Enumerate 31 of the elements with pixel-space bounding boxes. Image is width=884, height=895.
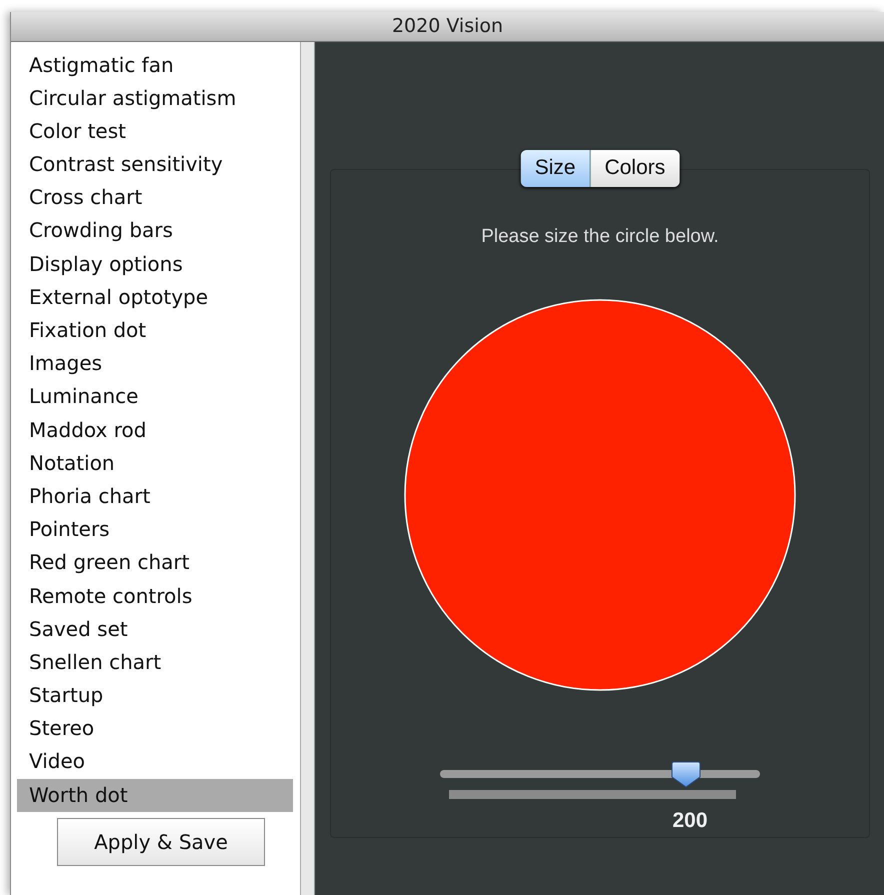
sidebar-item[interactable]: Saved set xyxy=(17,612,293,646)
sidebar-item[interactable]: Worth dot xyxy=(17,778,293,812)
sidebar-item[interactable]: Red green chart xyxy=(17,546,293,580)
sidebar-item[interactable]: Color test xyxy=(17,114,293,148)
sidebar-item[interactable]: Snellen chart xyxy=(17,646,293,680)
sidebar-item[interactable]: Remote controls xyxy=(17,580,293,613)
sidebar-item[interactable]: Maddox rod xyxy=(17,414,293,447)
tab[interactable]: Colors xyxy=(590,150,680,186)
slider-value: 200 xyxy=(672,808,708,834)
window-title: 2020 Vision xyxy=(392,14,504,39)
sidebar-item[interactable]: Phoria chart xyxy=(17,480,293,514)
sidebar-item[interactable]: Crowding bars xyxy=(17,214,293,248)
size-slider[interactable] xyxy=(440,763,760,785)
sidebar-item[interactable]: Pointers xyxy=(17,513,293,546)
instruction-text: Please size the circle below. xyxy=(481,224,719,248)
sidebar-item[interactable]: External optotype xyxy=(17,280,293,314)
sidebar-item[interactable]: Cross chart xyxy=(17,181,293,214)
sidebar-item[interactable]: Video xyxy=(17,745,293,779)
sidebar-item[interactable]: Images xyxy=(17,347,293,380)
sidebar-item[interactable]: Astigmatic fan xyxy=(17,48,293,82)
sidebar-item[interactable]: Display options xyxy=(17,248,293,281)
sidebar-item[interactable]: Notation xyxy=(17,446,293,480)
sidebar-item[interactable]: Fixation dot xyxy=(17,314,293,348)
tab[interactable]: Size xyxy=(520,150,591,186)
sidebar-item[interactable]: Stereo xyxy=(17,712,293,746)
sidebar-item[interactable]: Contrast sensitivity xyxy=(17,148,293,182)
slider-thumb[interactable] xyxy=(671,761,702,788)
sidebar-item[interactable]: Luminance xyxy=(17,380,293,414)
sidebar-item[interactable]: Circular astigmatism xyxy=(17,82,293,115)
sidebar-item[interactable]: Startup xyxy=(17,679,293,712)
apply-save-button[interactable]: Apply & Save xyxy=(57,818,265,866)
